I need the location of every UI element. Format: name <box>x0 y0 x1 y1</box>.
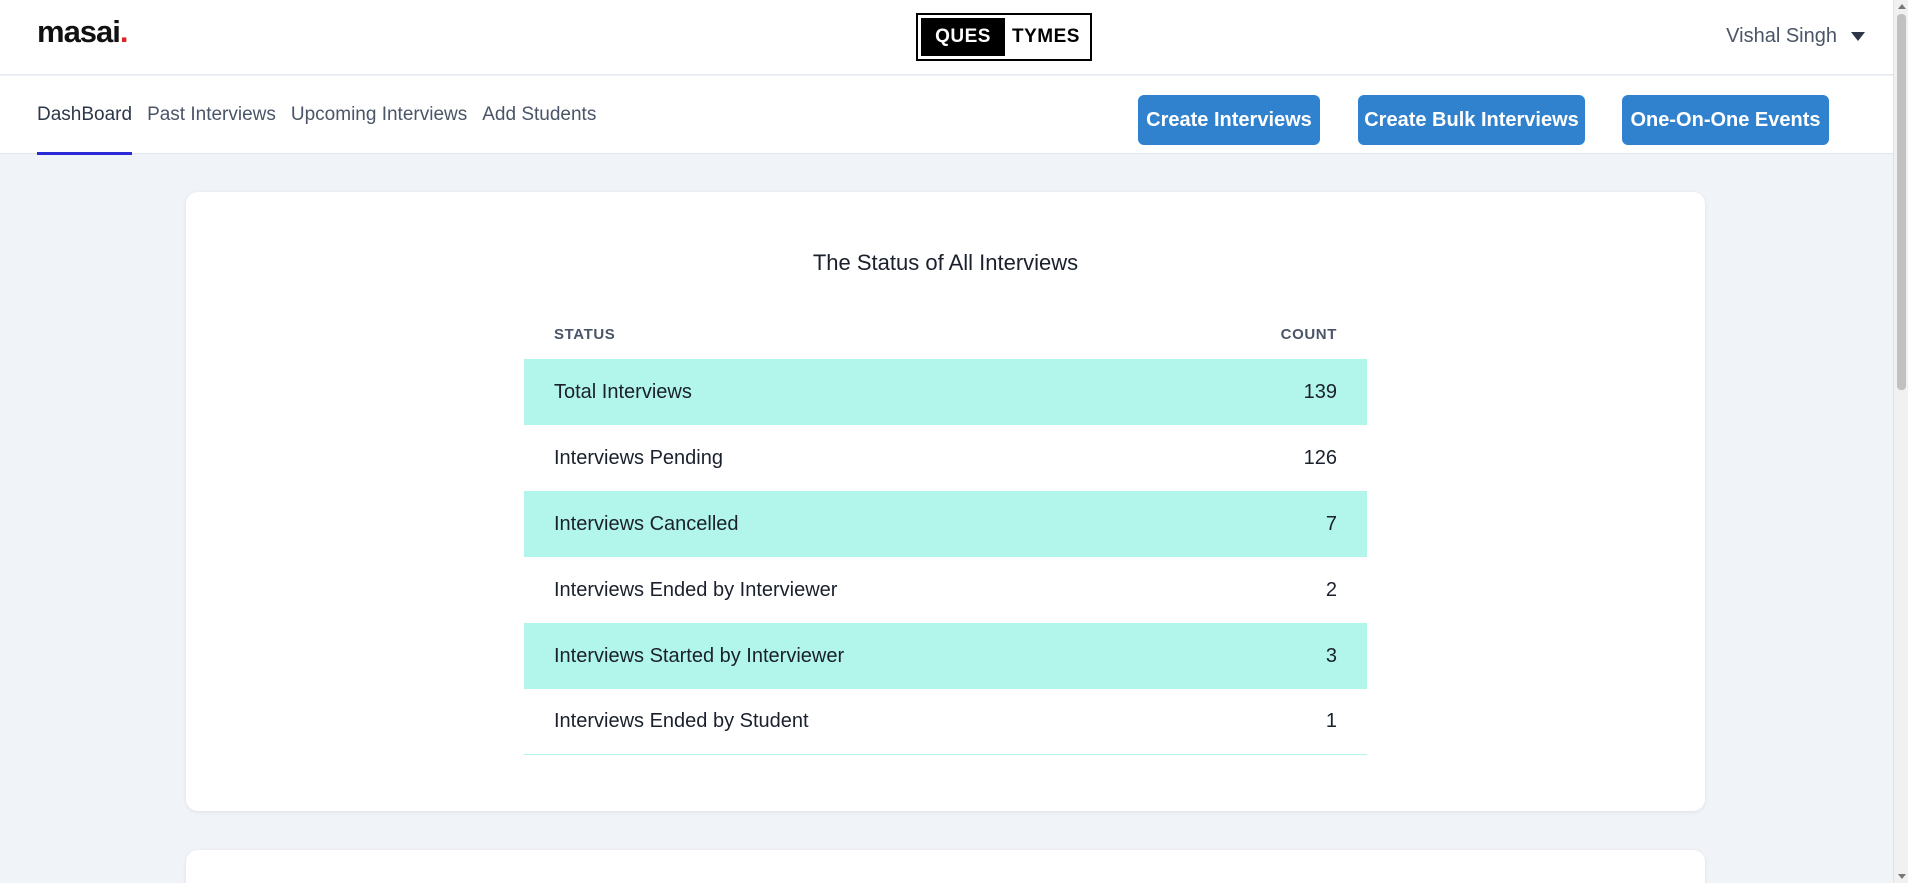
status-table: STATUS COUNT Total Interviews 139 Interv… <box>524 310 1367 755</box>
table-row: Total Interviews 139 <box>524 359 1367 425</box>
row-status: Interviews Ended by Student <box>554 710 809 732</box>
table-row: Interviews Pending 126 <box>524 425 1367 491</box>
nav-bar: DashBoard Past Interviews Upcoming Inter… <box>0 76 1893 155</box>
user-menu[interactable]: Vishal Singh <box>1726 25 1865 48</box>
row-status: Interviews Cancelled <box>554 512 739 535</box>
row-count: 3 <box>1325 644 1337 667</box>
row-status: Interviews Started by Interviewer <box>554 644 845 667</box>
top-header: masai. QUES TYMES Vishal Singh <box>0 0 1893 75</box>
brand-left-text: QUES <box>921 18 1005 56</box>
nav-tabs: DashBoard Past Interviews Upcoming Inter… <box>37 76 611 155</box>
scrollbar-thumb[interactable] <box>1897 14 1906 390</box>
tab-dashboard[interactable]: DashBoard <box>37 76 133 155</box>
create-bulk-interviews-button[interactable]: Create Bulk Interviews <box>1358 95 1585 145</box>
table-row: Interviews Ended by Student 1 <box>524 689 1367 755</box>
status-card-title: The Status of All Interviews <box>812 250 1079 275</box>
secondary-card <box>186 850 1705 883</box>
table-row: Interviews Started by Interviewer 3 <box>524 623 1367 689</box>
one-on-one-events-button[interactable]: One-On-One Events <box>1622 95 1829 145</box>
masai-logo[interactable]: masai. <box>37 14 128 50</box>
logo-dot: . <box>119 14 129 49</box>
row-count: 1 <box>1325 710 1337 732</box>
tab-past-interviews[interactable]: Past Interviews <box>147 76 276 154</box>
row-status: Total Interviews <box>554 380 692 403</box>
row-count: 126 <box>1303 446 1337 469</box>
status-card: The Status of All Interviews STATUS COUN… <box>186 192 1705 811</box>
user-name: Vishal Singh <box>1726 25 1837 47</box>
tab-add-students[interactable]: Add Students <box>482 76 596 154</box>
questymes-brand-logo: QUES TYMES <box>916 13 1092 61</box>
create-interviews-button[interactable]: Create Interviews <box>1138 95 1320 145</box>
scroll-down-arrow-icon[interactable] <box>1898 874 1906 879</box>
tab-upcoming-interviews[interactable]: Upcoming Interviews <box>291 76 467 154</box>
logo-text: masai <box>37 14 121 49</box>
row-status: Interviews Pending <box>554 446 723 469</box>
row-count: 139 <box>1303 380 1337 403</box>
table-header: STATUS COUNT <box>524 310 1367 359</box>
chevron-down-icon <box>1851 32 1865 41</box>
row-status: Interviews Ended by Interviewer <box>554 578 838 601</box>
row-count: 7 <box>1325 512 1337 535</box>
row-count: 2 <box>1325 578 1337 601</box>
column-header-count: COUNT <box>1280 326 1337 343</box>
brand-right-text: TYMES <box>1012 26 1080 47</box>
scroll-up-arrow-icon[interactable] <box>1898 4 1906 9</box>
vertical-scrollbar[interactable] <box>1893 0 1908 883</box>
column-header-status: STATUS <box>554 326 616 343</box>
table-row: Interviews Cancelled 7 <box>524 491 1367 557</box>
table-row: Interviews Ended by Interviewer 2 <box>524 557 1367 623</box>
